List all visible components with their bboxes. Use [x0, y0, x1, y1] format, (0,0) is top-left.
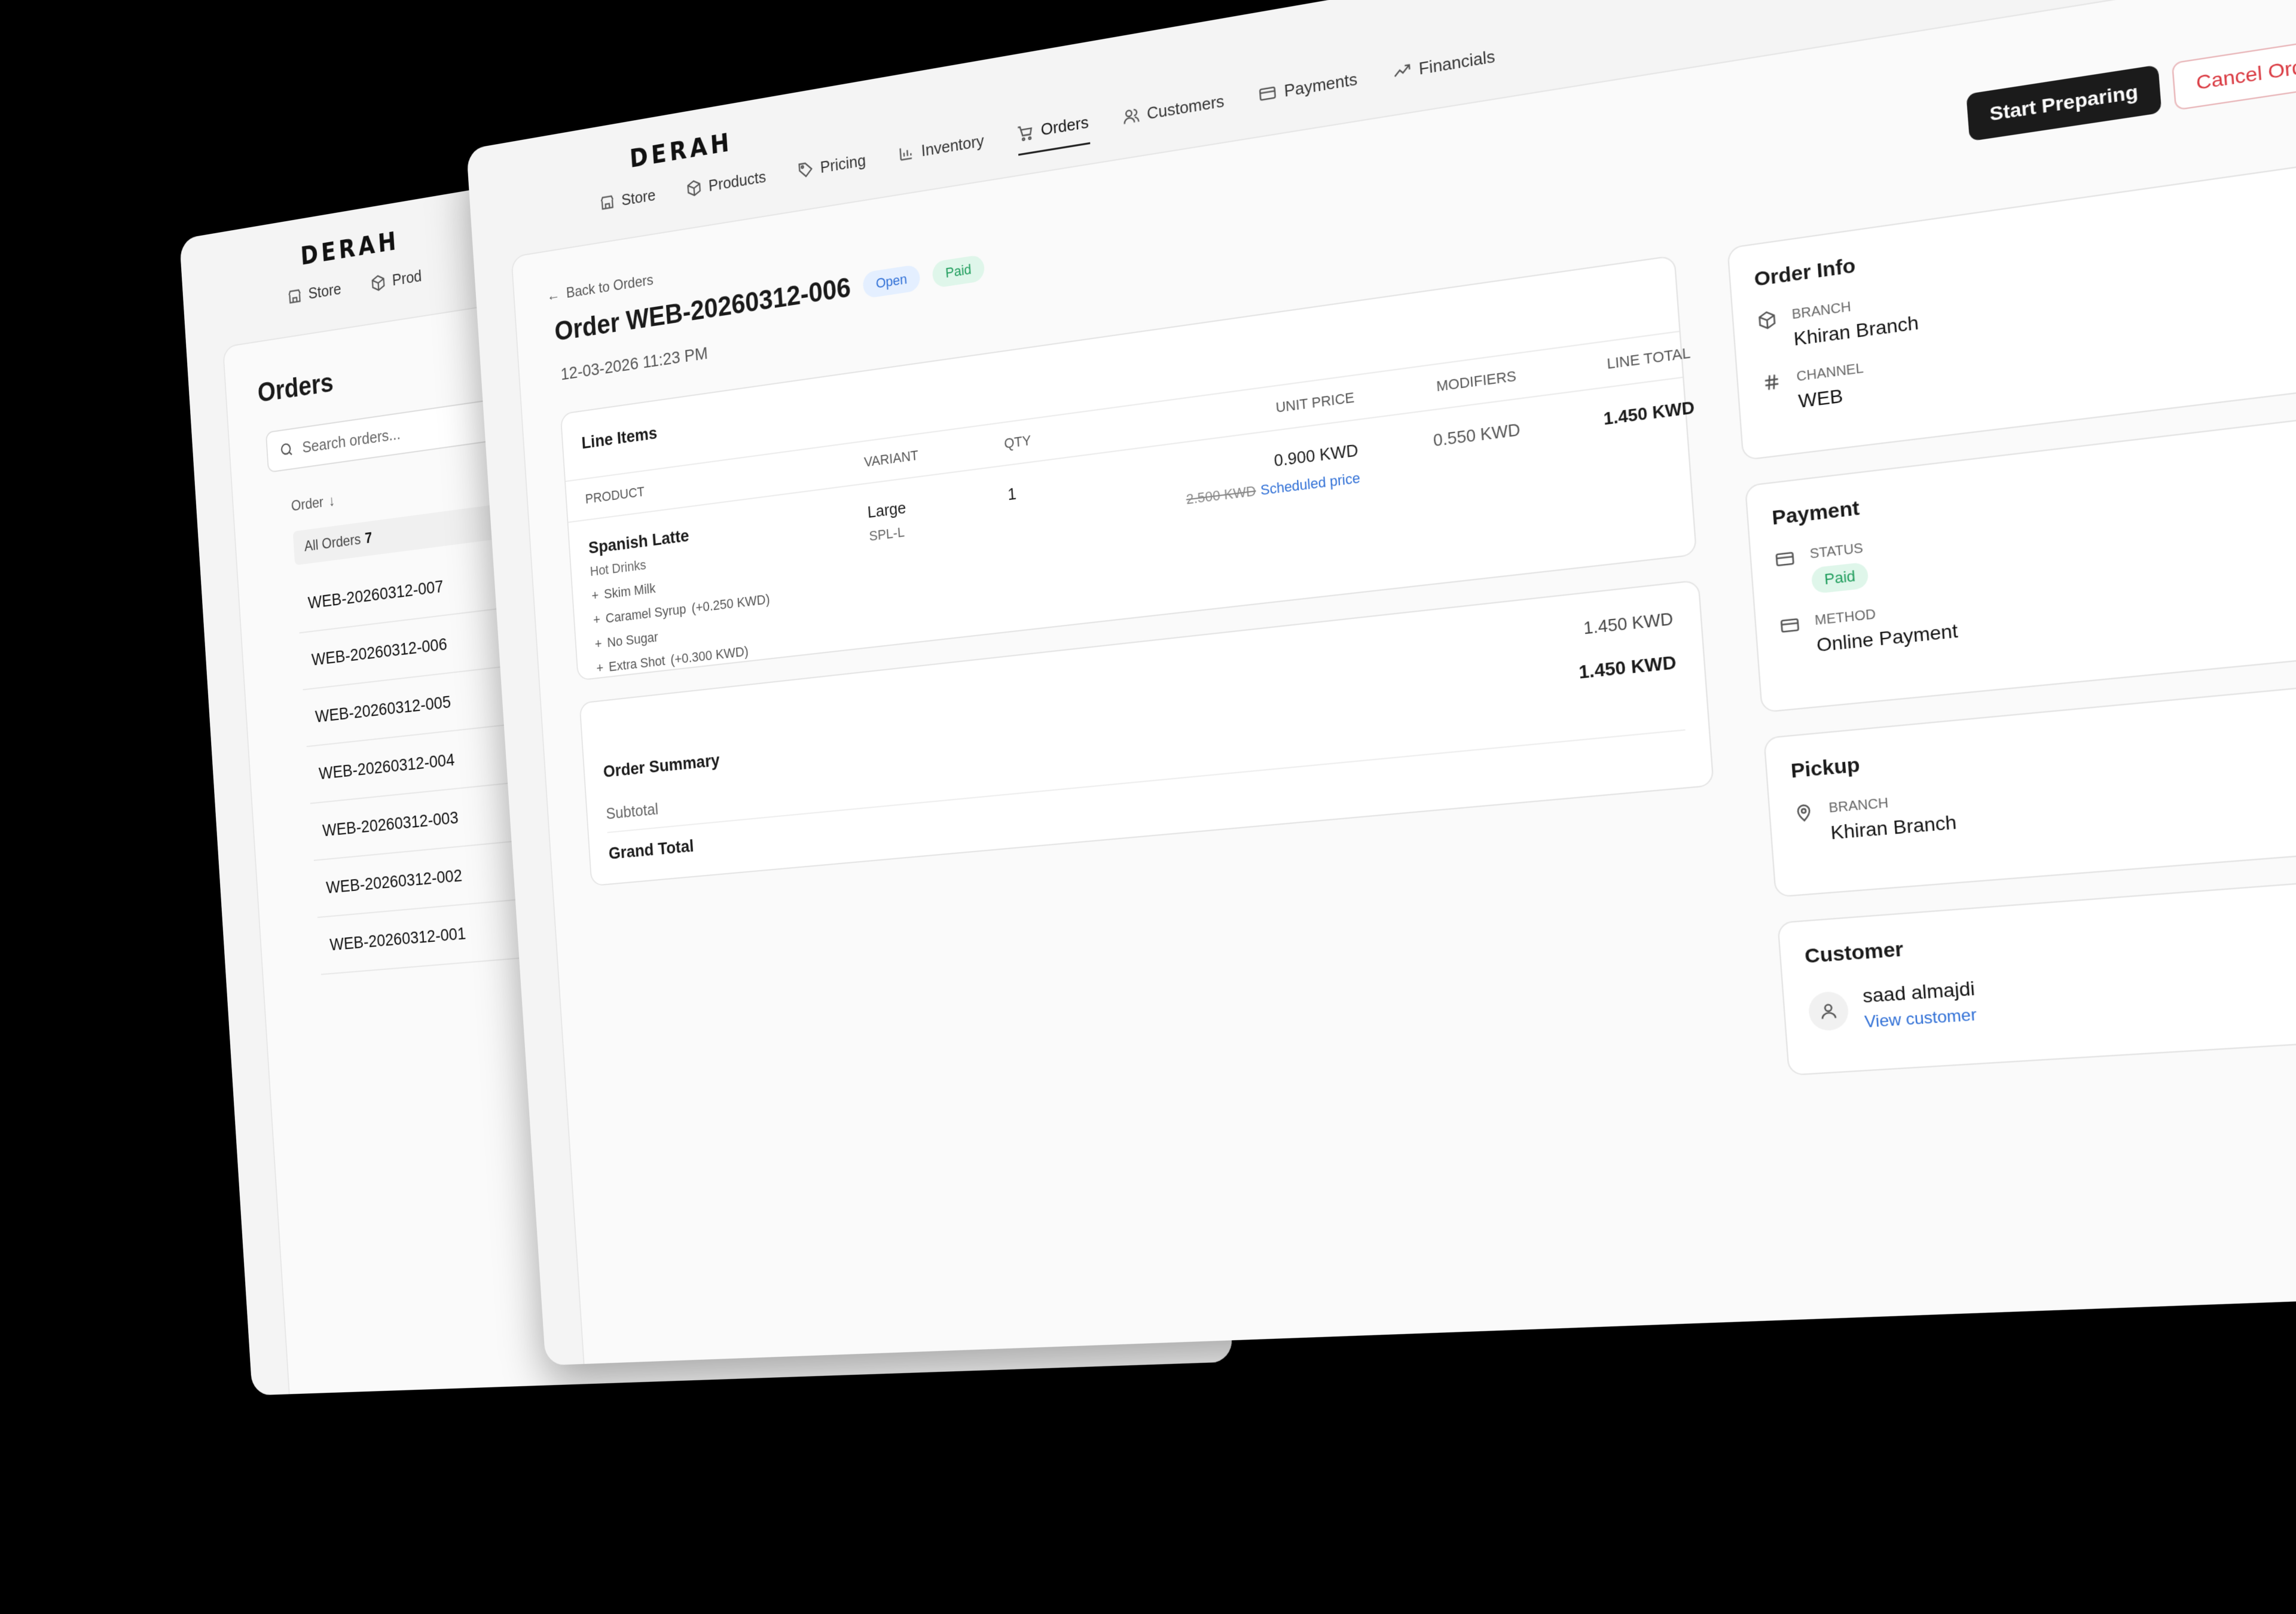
search-placeholder: Search orders...: [301, 423, 401, 456]
nav-products-label: Prod: [391, 266, 423, 289]
nav-products[interactable]: Products: [686, 167, 767, 209]
modifier-name: Caramel Syrup: [605, 601, 687, 626]
nav-financials-label: Financials: [1418, 45, 1496, 78]
card-icon: [1259, 83, 1277, 104]
scheduled-price-note: Scheduled price: [1260, 469, 1361, 499]
status-label: STATUS: [1809, 541, 1864, 562]
nav-pricing[interactable]: Pricing: [797, 150, 867, 190]
subtotal-value: 1.450 KWD: [1583, 608, 1674, 639]
modifier-name: Extra Shot: [608, 652, 666, 675]
main-nav: Store Prod: [287, 266, 423, 316]
status-badge-open: Open: [862, 264, 921, 299]
nav-pricing-label: Pricing: [819, 150, 866, 176]
cart-icon: [1016, 123, 1034, 143]
filter-count: 7: [364, 529, 373, 547]
nav-customers[interactable]: Customers: [1122, 91, 1226, 138]
logo: DERAH: [628, 128, 734, 174]
box-icon: [1757, 309, 1778, 331]
payment-card: Payment STATUS Paid METHOD Online Payment: [1744, 410, 2296, 713]
nav-store[interactable]: Store: [599, 185, 657, 223]
grand-total-value: 1.450 KWD: [1578, 651, 1677, 683]
filter-label: All Orders: [304, 531, 362, 555]
col-modifiers: MODIFIERS: [1436, 367, 1517, 395]
box-icon: [686, 178, 703, 198]
nav-store-label: Store: [307, 279, 342, 303]
plus-icon: +: [594, 635, 603, 652]
status-badge-paid: Paid: [932, 254, 985, 289]
subtotal-label: Subtotal: [605, 800, 659, 823]
order-summary-title: Order Summary: [602, 750, 720, 782]
stage: DERAH Store Prod Orders Search orders...…: [0, 0, 2296, 1614]
unit-price-cell: 0.900 KWD 2.500 KWD Scheduled price: [1097, 440, 1368, 619]
line-total-cell: 1.450 KWD: [1602, 396, 1696, 429]
plus-icon: +: [596, 660, 604, 676]
order-detail-panel: Start Preparing Cancel Order ← Back to O…: [511, 0, 2296, 1366]
bar-chart-icon: [897, 143, 915, 163]
channel-value: WEB: [1797, 385, 1844, 412]
order-info-card: Order Info BRANCH Khiran Branch CHANNEL WE…: [1727, 158, 2296, 461]
start-preparing-button[interactable]: Start Preparing: [1966, 65, 2163, 142]
card-icon: [1779, 615, 1800, 636]
nav-store-label: Store: [621, 185, 657, 209]
nav-customers-label: Customers: [1146, 90, 1225, 123]
view-customer-link[interactable]: View customer: [1864, 1006, 1977, 1033]
plus-icon: +: [591, 587, 600, 603]
modifier-name: No Sugar: [606, 628, 659, 651]
order-column-label: Order: [291, 493, 324, 515]
map-pin-icon: [1793, 802, 1814, 823]
modifiers-cell: 0.550 KWD: [1432, 419, 1521, 450]
search-icon: [279, 440, 294, 459]
back-to-orders-link[interactable]: ← Back to Orders: [546, 271, 654, 305]
original-price: 2.500 KWD: [1185, 482, 1257, 508]
card-icon: [1775, 548, 1796, 570]
modifier-price: (+0.300 KWD): [670, 643, 749, 668]
cancel-order-button[interactable]: Cancel Order: [2172, 36, 2296, 111]
nav-payments-label: Payments: [1283, 68, 1358, 100]
col-variant: VARIANT: [863, 447, 919, 470]
modifier-price: (+0.250 KWD): [691, 591, 771, 616]
user-icon: [1807, 990, 1850, 1032]
hash-icon: [1761, 371, 1782, 393]
product-cell: Spanish Latte Hot Drinks + Skim Milk + Car…: [588, 503, 877, 676]
customer-name: saad almajdi: [1861, 977, 1976, 1007]
store-icon: [287, 286, 303, 306]
nav-inventory-label: Inventory: [920, 130, 985, 160]
nav-products[interactable]: Prod: [370, 266, 423, 303]
users-icon: [1122, 106, 1140, 127]
modifier-name: Skim Milk: [603, 580, 657, 602]
tag-icon: [797, 160, 814, 179]
store-icon: [599, 193, 615, 212]
grand-total-label: Grand Total: [607, 836, 695, 863]
pickup-card: Pickup BRANCH Khiran Branch: [1763, 678, 2296, 898]
pickup-branch-value: Khiran Branch: [1830, 811, 1958, 844]
order-date: 12-03-2026 11:23 PM: [560, 343, 709, 384]
back-link-label: Back to Orders: [566, 271, 654, 302]
col-qty: QTY: [1003, 432, 1032, 452]
customer-card: Customer saad almajdi View customer: [1777, 874, 2296, 1076]
trend-icon: [1393, 61, 1412, 83]
nav-orders[interactable]: Orders: [1016, 112, 1091, 156]
order-header: Order WEB-20260312-006 Open Paid: [554, 252, 985, 347]
nav-orders-label: Orders: [1040, 112, 1089, 139]
nav-store[interactable]: Store: [287, 279, 343, 316]
page-title: Orders: [257, 367, 335, 408]
arrow-left-icon: ←: [546, 286, 561, 305]
logo: DERAH: [300, 227, 401, 271]
nav-products-label: Products: [707, 167, 767, 195]
col-line-total: LINE TOTAL: [1606, 344, 1692, 373]
status-badge: Paid: [1810, 562, 1869, 594]
plus-icon: +: [593, 611, 601, 628]
nav-payments[interactable]: Payments: [1259, 69, 1359, 115]
order-actions: Start Preparing Cancel Order: [1966, 36, 2296, 142]
nav-inventory[interactable]: Inventory: [897, 131, 985, 175]
nav-financials[interactable]: Financials: [1393, 46, 1497, 94]
arrow-down-icon: ↓: [328, 492, 336, 510]
channel-label: CHANNEL: [1796, 361, 1864, 385]
order-detail-window: DERAH ? Store Products Pricing Inventor: [466, 0, 2296, 1366]
order-column-header[interactable]: Order ↓: [291, 492, 335, 515]
variant-cell: Large SPL-L: [867, 485, 1017, 645]
box-icon: [370, 273, 386, 292]
qty-cell: 1: [1007, 484, 1017, 504]
